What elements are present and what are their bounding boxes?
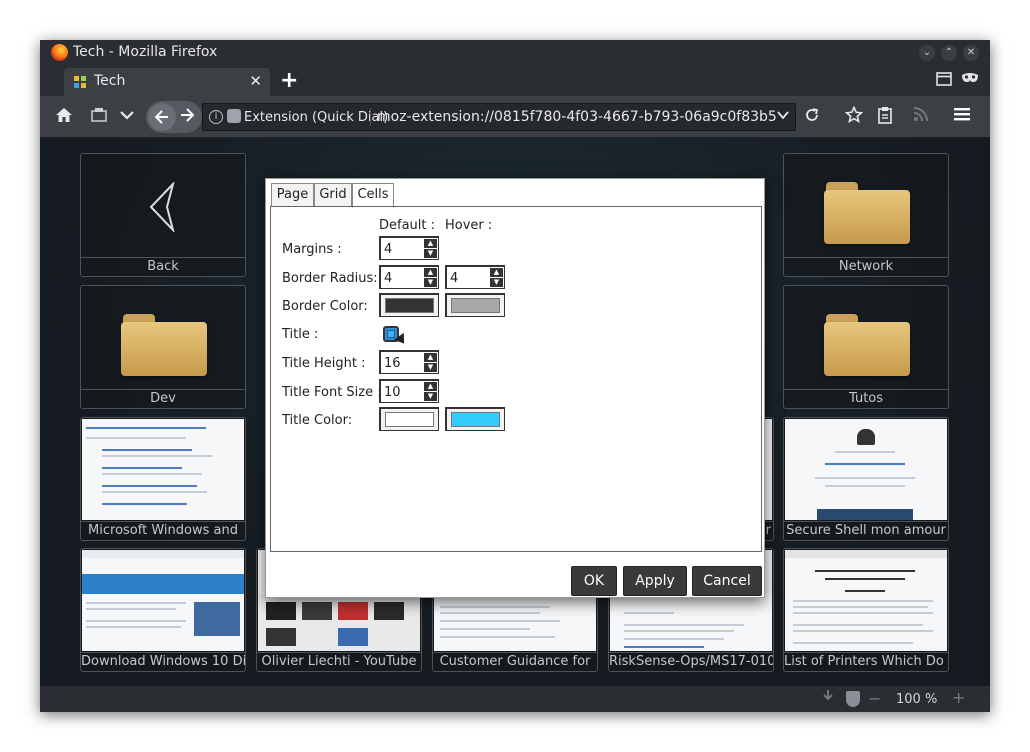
spinner[interactable]: ▲ ▼ [424,268,437,287]
cell-title: Microsoft Windows and [81,521,245,540]
border-radius-label: Border Radius: [282,271,378,286]
apply-button[interactable]: Apply [623,566,687,596]
cell-title: Olivier Liechti - YouTube [257,652,421,671]
url-text[interactable]: moz-extension://0815f780-4f03-4667-b793-… [377,109,777,125]
tab-page[interactable]: Page [271,183,314,207]
title-font-size-input[interactable]: 10 ▲ ▼ [379,379,439,403]
cell-title: Download Windows 10 Disc [81,652,245,669]
extension-label: Extension (Quick Dial) [244,110,389,125]
close-window-button[interactable]: ✕ [963,45,979,61]
back-chevron-icon [149,182,175,232]
cells-panel [270,206,762,552]
status-bar: − 100 % + [40,686,990,712]
tab-strip: Tech ✕ + [40,66,990,96]
border-color-default-picker[interactable] [379,293,439,317]
dial-cell-dev[interactable]: Dev [80,285,246,409]
dial-cell-network[interactable]: Network [783,153,949,277]
border-color-hover-picker[interactable] [445,293,505,317]
spinner[interactable]: ▲ ▼ [424,353,437,372]
reload-icon[interactable] [804,107,820,128]
info-icon[interactable]: i [209,110,223,124]
title-bar: Tech - Mozilla Firefox ⌄ ⌃ ✕ [40,40,990,66]
dial-cell-back[interactable]: Back [80,153,246,277]
title-height-input[interactable]: 16 ▲ ▼ [379,350,439,374]
url-bar[interactable]: i Extension (Quick Dial) moz-extension:/… [202,103,796,131]
url-dropdown-icon[interactable] [777,109,789,123]
folder-icon [824,182,910,244]
screenshot-icon[interactable] [88,106,110,130]
back-arrow-icon[interactable] [148,103,176,131]
ok-button[interactable]: OK [571,566,617,596]
tab-label: Tech [94,73,126,89]
border-radius-hover-input[interactable]: 4 ▲ ▼ [445,265,505,289]
window-title: Tech - Mozilla Firefox [73,44,218,60]
quick-dial-icon [74,76,86,88]
tab-tech[interactable]: Tech ✕ [64,68,270,96]
page-thumbnail [785,550,947,651]
home-icon[interactable] [53,106,75,130]
hover-column-header: Hover : [445,218,493,233]
clipboard-icon[interactable] [874,106,896,130]
tab-cells[interactable]: Cells [352,183,394,208]
margins-label: Margins : [282,242,342,257]
spinner[interactable]: ▲ ▼ [424,382,437,401]
dial-cell-page[interactable]: Download Windows 10 Disc [80,548,246,672]
rss-icon[interactable] [910,106,932,128]
cell-title: Secure Shell mon amour [784,521,948,540]
title-font-size-label: Title Font Size : [282,385,382,400]
cell-title: Tutos [784,389,948,408]
private-mask-icon[interactable] [961,72,979,88]
cell-title: Customer Guidance for [433,652,597,671]
navigation-bar: i Extension (Quick Dial) moz-extension:/… [40,96,990,138]
dial-cell-page[interactable]: List of Printers Which Do or [783,548,949,672]
dial-cell-page[interactable]: Secure Shell mon amour [783,417,949,541]
title-color-default-picker[interactable] [379,407,439,431]
maximize-button[interactable]: ⌃ [941,45,957,61]
spinner[interactable]: ▲ ▼ [424,239,437,258]
dial-cell-page[interactable]: Microsoft Windows and [80,417,246,541]
title-color-label: Title Color: [282,413,353,428]
pocket-icon[interactable] [116,106,138,130]
hamburger-icon[interactable] [951,106,973,128]
folder-icon [121,314,207,376]
cell-title: Back [81,257,245,276]
download-icon[interactable] [822,689,834,707]
cell-title: Network [784,257,948,276]
cells-settings-dialog: Page Grid Cells Default : Hover : Margin… [265,178,765,598]
star-icon[interactable] [843,105,865,130]
page-thumbnail [785,419,947,520]
url-separator [370,108,371,126]
tab-close-icon[interactable]: ✕ [249,72,262,90]
page-thumbnail [82,419,244,520]
dial-cell-tutos[interactable]: Tutos [783,285,949,409]
zoom-in-button[interactable]: + [952,688,965,707]
tab-grid[interactable]: Grid [314,183,352,207]
zoom-out-button[interactable]: − [868,689,881,708]
title-label: Title : [282,327,319,342]
cell-title: RiskSense-Ops/MS17-010: [609,652,773,669]
window-list-icon[interactable] [936,72,952,90]
new-tab-button[interactable]: + [280,68,298,93]
ublock-shield-icon[interactable] [846,691,860,707]
title-height-label: Title Height : [282,356,366,371]
margins-default-input[interactable]: 4 ▲ ▼ [379,236,439,260]
default-column-header: Default : [379,218,436,233]
folder-icon [824,314,910,376]
back-forward-group [146,101,202,133]
spinner[interactable]: ▲ ▼ [490,268,503,287]
forward-arrow-icon[interactable] [180,105,195,129]
border-radius-default-input[interactable]: 4 ▲ ▼ [379,265,439,289]
page-thumbnail [82,550,244,651]
zoom-level[interactable]: 100 % [896,692,937,707]
cell-title: List of Printers Which Do or [784,652,948,669]
firefox-logo-icon [51,44,68,61]
extension-puzzle-icon [227,109,241,123]
minimize-button[interactable]: ⌄ [919,45,935,61]
cell-title: Dev [81,389,245,408]
title-color-hover-picker[interactable] [445,407,505,431]
border-color-label: Border Color: [282,299,368,314]
cancel-button[interactable]: Cancel [692,566,762,596]
